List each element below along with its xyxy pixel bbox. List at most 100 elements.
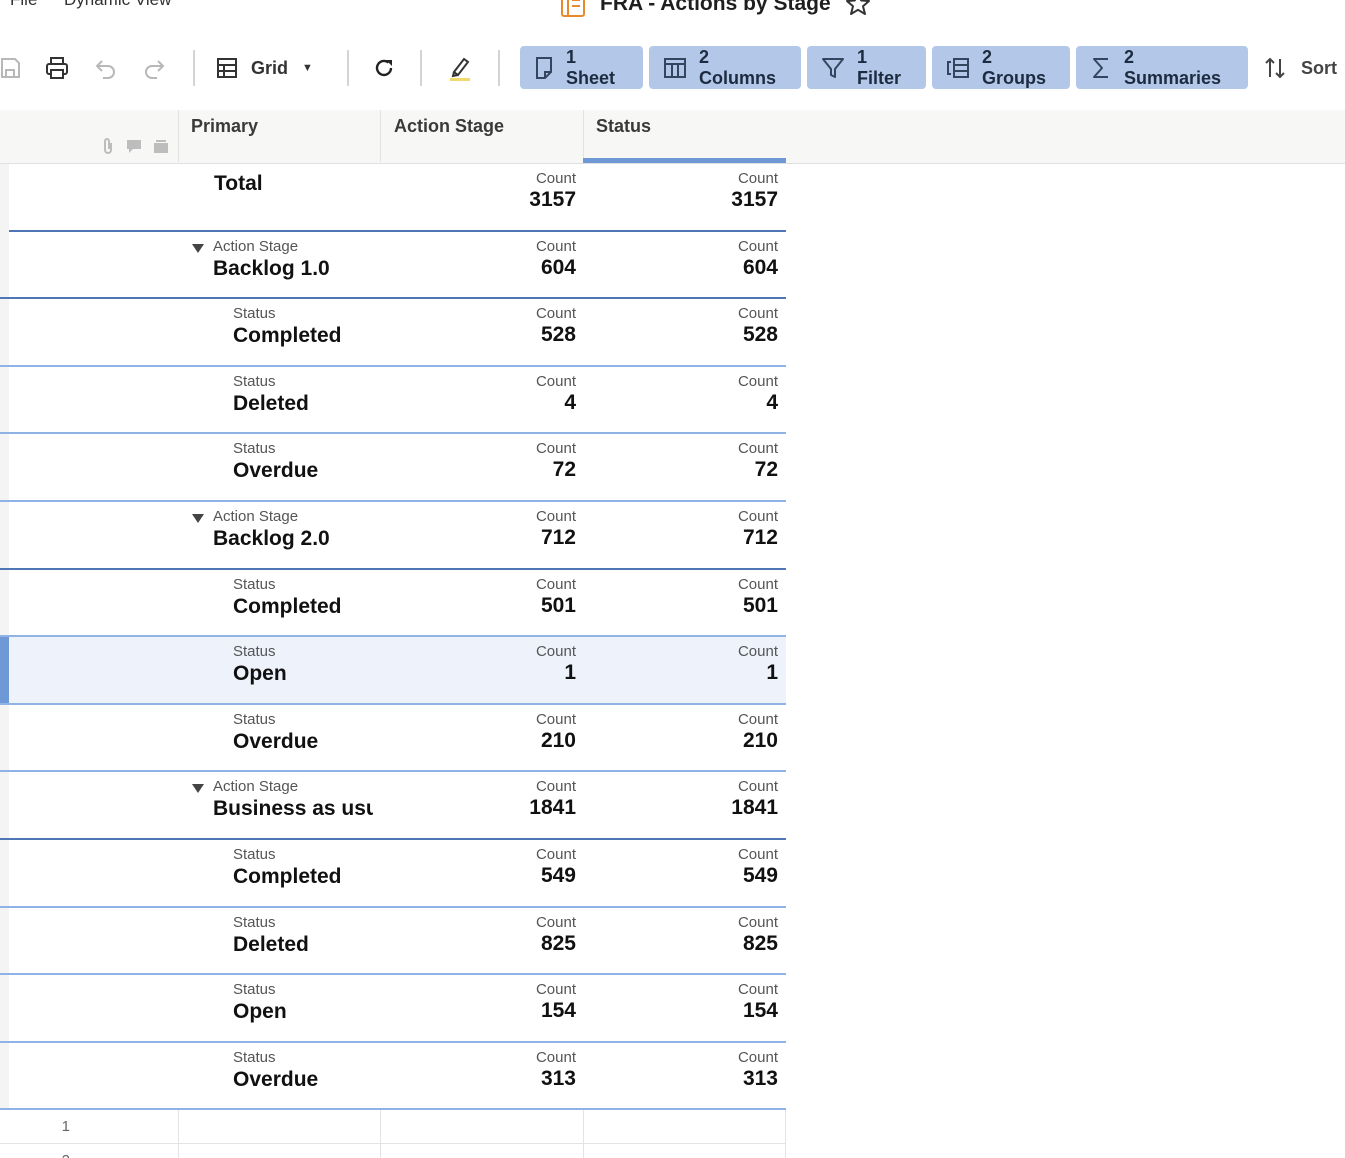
group-label: Overdue: [233, 459, 319, 483]
action-stage-count-label: Count: [535, 845, 576, 863]
redo-icon[interactable]: [140, 54, 168, 82]
sort-icon: [1265, 57, 1285, 79]
subgroup-row[interactable]: Status Deleted Count 4 Count 4: [0, 366, 786, 435]
columns-chip[interactable]: 2 Columns: [649, 46, 801, 89]
subgroup-row[interactable]: Status Deleted Count 825 Count 825: [0, 907, 786, 976]
collapse-triangle-icon[interactable]: [192, 784, 204, 794]
row-gutter-cell: [0, 772, 9, 840]
subgroup-row[interactable]: Status Completed Count 501 Count 501: [0, 569, 786, 638]
collapse-triangle-icon[interactable]: [192, 513, 204, 523]
action-stage-count-value: 4: [564, 390, 576, 414]
group-label: Open: [233, 1000, 287, 1024]
summaries-chip-label: 2 Summaries: [1124, 46, 1222, 88]
group-label: Overdue: [233, 729, 319, 753]
columns-chip-label: 2 Columns: [699, 46, 777, 88]
menu-dynamic-view[interactable]: Dynamic View: [64, 0, 171, 10]
action-stage-count-value: 604: [540, 255, 576, 279]
filter-icon: [822, 57, 844, 78]
group-row[interactable]: Action Stage Backlog 1.0 Count 604 Count 604: [0, 231, 786, 300]
column-header-primary[interactable]: Primary: [179, 110, 380, 162]
group-row[interactable]: Action StageBusiness as usualCount1841Co…: [0, 772, 786, 840]
group-row[interactable]: Action Stage Backlog 2.0 Count 712 Count 712: [0, 501, 786, 570]
action-stage-count-label: Count: [535, 643, 576, 661]
toolbar-divider: [347, 50, 349, 86]
status-count-value: 528: [742, 323, 778, 347]
summary-rows: Total Count 3157 Count 3157 Action Stage Backl…: [0, 164, 786, 1158]
empty-row[interactable]: 1: [0, 1110, 786, 1145]
subgroup-row[interactable]: Status Completed Count 549 Count 549: [0, 839, 786, 908]
save-icon[interactable]: [0, 54, 24, 82]
subgroup-row[interactable]: Status Completed Count 528 Count 528: [0, 299, 786, 367]
columns-icon: [664, 57, 686, 78]
subgroup-row[interactable]: Status Open Count 1 Count 1: [0, 637, 786, 705]
status-count-value: 1: [766, 661, 778, 685]
action-stage-count-label: Count: [535, 440, 576, 458]
subgroup-row[interactable]: Status Open Count 154 Count 154: [0, 975, 786, 1043]
chevron-down-icon: ▼: [302, 62, 313, 74]
group-caption: Action Stage: [213, 507, 299, 525]
toolbar-divider: [193, 50, 195, 86]
action-stage-count-value: 210: [540, 728, 576, 752]
groups-chip-label: 2 Groups: [982, 46, 1047, 88]
toolbar-divider: [498, 50, 500, 86]
group-caption: Status: [233, 845, 276, 863]
collapse-triangle-icon[interactable]: [192, 243, 204, 253]
action-stage-count-value: 825: [540, 931, 576, 955]
filter-chip[interactable]: 1 Filter: [807, 46, 926, 89]
sheet-chip[interactable]: 1 Sheet: [520, 46, 643, 89]
action-stage-count-label: Count: [535, 372, 576, 390]
subgroup-row[interactable]: Status Overdue Count 72 Count 72: [0, 434, 786, 502]
group-label: Deleted: [233, 391, 309, 415]
status-count-label: Count: [737, 440, 778, 458]
action-stage-count-value: 528: [540, 323, 576, 347]
status-count-label: Count: [737, 643, 778, 661]
action-stage-count-label: Count: [535, 170, 576, 187]
row-gutter-cell: [0, 366, 9, 435]
action-stage-count-value: 3157: [529, 188, 576, 211]
undo-icon[interactable]: [92, 54, 120, 82]
status-count-value: 1841: [731, 796, 778, 820]
row-gutter-cell: [0, 164, 9, 232]
row-gutter-cell: [0, 299, 9, 367]
column-header-status[interactable]: Status: [584, 110, 786, 162]
column-divider: [380, 110, 381, 162]
status-count-label: Count: [737, 1048, 778, 1066]
column-header-action-stage[interactable]: Action Stage: [382, 110, 583, 162]
row-gutter-cell: [0, 907, 9, 976]
summaries-chip[interactable]: 2 Summaries: [1076, 46, 1248, 89]
subgroup-row[interactable]: Status Overdue Count 210 Count 210: [0, 704, 786, 773]
groups-chip[interactable]: 2 Groups: [932, 46, 1070, 89]
row-gutter-cell: [0, 501, 9, 570]
status-count-label: Count: [737, 710, 778, 728]
empty-row[interactable]: 2: [0, 1144, 786, 1158]
status-count-label: Count: [737, 575, 778, 593]
action-stage-count-value: 549: [540, 863, 576, 887]
sort-button-label: Sort: [1301, 57, 1337, 78]
toolbar: Grid ▼ 1 Sheet 2 Columns 1 Filter 2 Grou…: [0, 40, 1345, 96]
action-stage-count-value: 313: [540, 1066, 576, 1090]
column-divider: [380, 1110, 381, 1145]
star-icon[interactable]: [845, 0, 871, 17]
refresh-icon[interactable]: [370, 54, 398, 82]
group-label: Completed: [233, 864, 342, 888]
row-gutter-cell: [0, 839, 9, 908]
total-row[interactable]: Total Count 3157 Count 3157: [0, 164, 786, 232]
print-icon[interactable]: [43, 54, 71, 82]
column-divider: [583, 1110, 584, 1145]
action-stage-count-value: 1: [564, 661, 576, 685]
action-stage-count-label: Count: [535, 981, 576, 999]
view-selector[interactable]: Grid ▼: [215, 52, 313, 84]
highlight-icon[interactable]: [446, 54, 474, 82]
action-stage-count-label: Count: [535, 913, 576, 931]
sort-button[interactable]: Sort: [1263, 52, 1337, 84]
action-stage-count-label: Count: [535, 507, 576, 525]
groups-icon: [947, 57, 969, 78]
sheet-icon: [536, 56, 552, 79]
action-stage-count-value: 154: [540, 999, 576, 1023]
row-number: 1: [61, 1118, 70, 1136]
menu-file[interactable]: File: [10, 0, 37, 10]
title-area: FRA - Actions by Stage: [560, 0, 871, 20]
group-caption: Status: [233, 643, 276, 661]
row-gutter-cell: [0, 975, 9, 1043]
subgroup-row[interactable]: Status Overdue Count 313 Count 313: [0, 1042, 786, 1111]
